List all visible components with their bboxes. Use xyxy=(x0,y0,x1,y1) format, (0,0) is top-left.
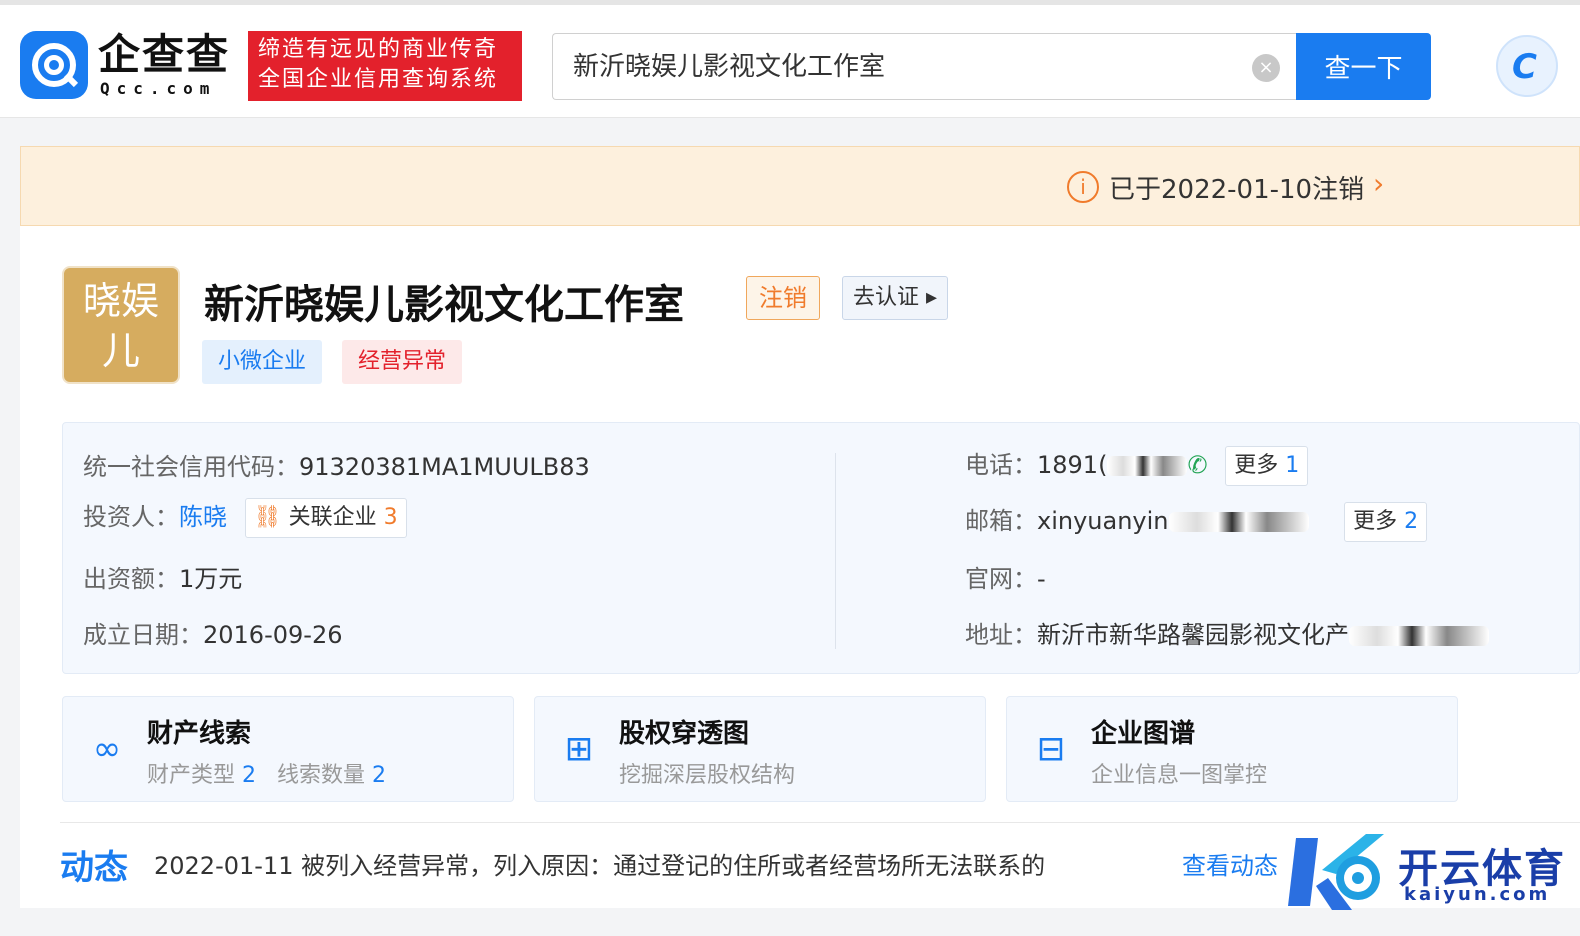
graph-sub: 企业信息一图掌控 xyxy=(1091,763,1268,788)
cancellation-notice[interactable]: i 已于2022-01-10注销 › xyxy=(20,146,1580,226)
email-more-label: 更多 xyxy=(1353,509,1398,534)
asset-type-count[interactable]: 2 xyxy=(242,763,256,788)
website-row: 官网：- xyxy=(965,559,1046,594)
qcc-logo-icon[interactable] xyxy=(20,31,88,99)
graph-title: 企业图谱 xyxy=(1091,719,1196,749)
kaiyun-logo-icon xyxy=(1288,834,1384,910)
search-box: × xyxy=(552,33,1298,100)
related-label: 关联企业 xyxy=(288,505,377,530)
search-input[interactable] xyxy=(573,49,1213,79)
investor-label: 投资人： xyxy=(83,503,179,531)
dynamics-text: 2022-01-11 被列入经营异常，列入原因：通过登记的住所或者经营场所无法联… xyxy=(154,852,1046,880)
tag-abnormal-operation[interactable]: 经营异常 xyxy=(342,340,463,384)
founded-row: 成立日期：2016-09-26 xyxy=(83,615,342,650)
basic-info-panel: 统一社会信用代码：91320381MA1MUULB83 投资人：陈晓 ⛓ 关联企… xyxy=(62,422,1580,674)
phone-value[interactable]: 1891( xyxy=(1037,451,1107,479)
founded-value: 2016-09-26 xyxy=(203,621,343,649)
capital-label: 出资额： xyxy=(83,565,179,593)
company-card: i 已于2022-01-10注销 › 晓娱 儿 新沂晓娱儿影视文化工作室 注销 … xyxy=(20,146,1580,908)
top-header: 企查查 Qcc.com 缔造有远见的商业传奇 全国企业信用查询系统 × 查一下 … xyxy=(0,0,1580,118)
dynamics-title: 动态 xyxy=(60,848,128,888)
credit-code-value[interactable]: 91320381MA1MUULB83 xyxy=(299,453,590,481)
slogan-line2: 全国企业信用查询系统 xyxy=(258,67,499,92)
email-more-count: 2 xyxy=(1404,509,1419,534)
founded-label: 成立日期： xyxy=(83,621,203,649)
search-button[interactable]: 查一下 xyxy=(1296,33,1431,100)
capital-row: 出资额：1万元 xyxy=(83,559,242,594)
equity-sub: 挖掘深层股权结构 xyxy=(619,763,796,788)
logo-domain: Qcc.com xyxy=(100,79,217,98)
asset-clues-sub: 财产类型 2 线索数量 2 xyxy=(147,757,386,789)
email-more-button[interactable]: 更多 2 xyxy=(1344,502,1428,542)
link-icon: ∞ xyxy=(92,729,122,769)
credit-code-row: 统一社会信用代码：91320381MA1MUULB83 xyxy=(83,447,590,482)
capital-value: 1万元 xyxy=(179,565,243,593)
phone-more-count: 1 xyxy=(1285,453,1300,478)
equity-penetration-card[interactable]: ⊞ 股权穿透图 挖掘深层股权结构 xyxy=(534,696,986,802)
app-icon-glyph: C xyxy=(1512,47,1537,87)
phone-redacted xyxy=(1107,456,1188,476)
email-row: 邮箱：xinyuanyin 更多 2 xyxy=(965,501,1428,542)
asset-clues-card[interactable]: ∞ 财产线索 财产类型 2 线索数量 2 xyxy=(62,696,514,802)
clear-icon[interactable]: × xyxy=(1252,54,1280,82)
phone-more-label: 更多 xyxy=(1234,453,1279,478)
phone-label: 电话： xyxy=(965,451,1037,479)
address-row: 地址：新沂市新华路馨园影视文化产 xyxy=(965,615,1489,650)
enterprise-graph-card[interactable]: ⊟ 企业图谱 企业信息一图掌控 xyxy=(1006,696,1458,802)
org-chart-icon: ⊞ xyxy=(564,729,594,769)
logo-tail xyxy=(63,72,79,88)
investor-row: 投资人：陈晓 ⛓ 关联企业 3 xyxy=(83,497,407,538)
clue-count[interactable]: 2 xyxy=(372,763,386,788)
related-companies-button[interactable]: ⛓ 关联企业 3 xyxy=(244,498,407,538)
info-icon: i xyxy=(1067,171,1099,203)
credit-code-label: 统一社会信用代码： xyxy=(83,453,299,481)
address-value[interactable]: 新沂市新华路馨园影视文化产 xyxy=(1037,621,1349,649)
address-label: 地址： xyxy=(965,621,1037,649)
app-icon[interactable]: C xyxy=(1496,35,1558,97)
slogan-banner: 缔造有远见的商业传奇 全国企业信用查询系统 xyxy=(248,31,522,101)
equity-title: 股权穿透图 xyxy=(619,719,750,749)
logo-inner-ring xyxy=(44,55,64,75)
website-value: - xyxy=(1037,565,1046,593)
info-divider xyxy=(835,453,836,649)
asset-clues-title: 财产线索 xyxy=(147,719,252,749)
clue-count-label: 线索数量 xyxy=(277,763,366,788)
website-label: 官网： xyxy=(965,565,1037,593)
graph-icon: ⊟ xyxy=(1036,729,1066,769)
avatar-line2: 儿 xyxy=(101,329,140,373)
asset-type-label: 财产类型 xyxy=(147,763,236,788)
email-label: 邮箱： xyxy=(965,507,1037,535)
certify-button[interactable]: 去认证 ▸ xyxy=(842,276,949,320)
email-redacted xyxy=(1168,512,1309,532)
phone-row: 电话：1891( ✆ 更多 1 xyxy=(965,445,1309,486)
company-avatar: 晓娱 儿 xyxy=(62,266,180,384)
tag-small-enterprise[interactable]: 小微企业 xyxy=(202,340,323,384)
slogan-line1: 缔造有远见的商业传奇 xyxy=(258,37,499,62)
section-divider xyxy=(60,822,1580,823)
relation-icon: ⛓ xyxy=(253,505,282,530)
phone-more-button[interactable]: 更多 1 xyxy=(1225,446,1309,486)
view-dynamics-link[interactable]: 查看动态 xyxy=(1182,846,1278,881)
email-value[interactable]: xinyuanyin xyxy=(1037,507,1169,535)
logo-text[interactable]: 企查查 xyxy=(98,31,230,79)
phone-icon[interactable]: ✆ xyxy=(1187,451,1207,479)
investor-link[interactable]: 陈晓 xyxy=(179,503,227,531)
notice-text[interactable]: 已于2022-01-10注销 xyxy=(1109,169,1364,206)
avatar-line1: 晓娱 xyxy=(82,279,159,323)
address-redacted xyxy=(1349,626,1489,646)
status-badge: 注销 xyxy=(746,276,820,320)
chevron-right-icon[interactable]: › xyxy=(1373,167,1384,200)
related-count: 3 xyxy=(383,505,398,530)
company-name: 新沂晓娱儿影视文化工作室 xyxy=(204,282,684,328)
kaiyun-watermark-domain: kaiyun.com xyxy=(1404,884,1551,905)
